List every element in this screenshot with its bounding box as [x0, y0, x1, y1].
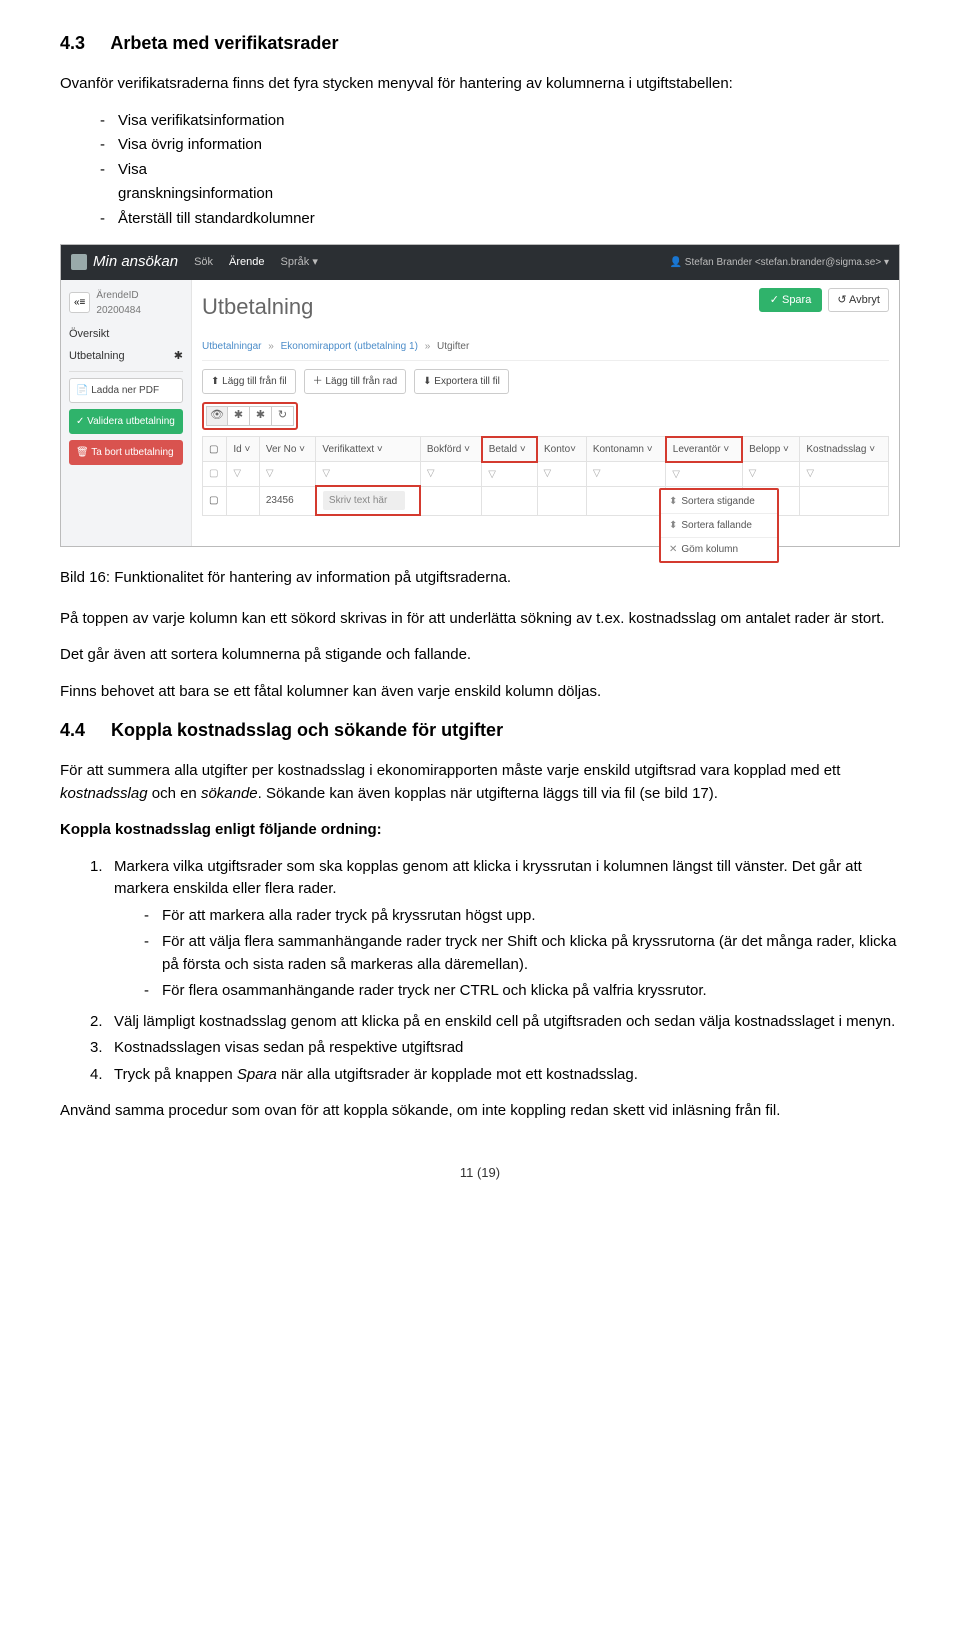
heading-4-4: 4.4 Koppla kostnadsslag och sökande för … [60, 717, 900, 744]
main-panel: ✓ Spara ↺ Avbryt Utbetalning Utbetalning… [191, 280, 899, 547]
back-icon[interactable]: «≡ [69, 292, 90, 313]
brand-logo-icon [71, 254, 87, 270]
col-id[interactable]: Id ˅ [227, 437, 259, 462]
para-sort: Det går även att sortera kolumnerna på s… [60, 644, 900, 667]
save-button[interactable]: ✓ Spara [759, 288, 823, 313]
para-hide: Finns behovet att bara se ett fåtal kolu… [60, 681, 900, 704]
opt-2: Visa övrig information [118, 134, 262, 157]
app-topbar: Min ansökan Sök Ärende Språk ▾ 👤 Stefan … [61, 245, 899, 280]
filter-belopp[interactable]: ▽ [742, 462, 800, 487]
vtext-input[interactable]: Skriv text här [323, 491, 405, 510]
sidebar-utbetalning[interactable]: Utbetalning ✱ [69, 348, 183, 365]
opt-3: Visa [118, 159, 147, 182]
heading-4-3-num: 4.3 [60, 30, 106, 57]
user-label: 👤 Stefan Brander <stefan.brander@sigma.s… [670, 255, 889, 270]
step-1a: För att markera alla rader tryck på krys… [162, 905, 535, 928]
para-search: På toppen av varje kolumn kan ett sökord… [60, 608, 900, 631]
step-1: Markera vilka utgiftsrader som ska koppl… [114, 858, 862, 898]
step-2: Välj lämpligt kostnadsslag genom att kli… [114, 1013, 895, 1030]
arende-id: ÄrendeID 20200484 [96, 288, 183, 318]
crumb-1[interactable]: Utbetalningar [202, 341, 261, 352]
table-row[interactable]: ▢ 23456 Skriv text här [203, 486, 889, 515]
intro-4-3: Ovanför verifikatsraderna finns det fyra… [60, 73, 900, 96]
opt-3b: granskningsinformation [118, 183, 273, 206]
heading-4-3-title: Arbeta med verifikatsrader [110, 33, 338, 53]
col-kontonamn[interactable]: Kontonamn ˅ [586, 437, 665, 462]
step-1b: För att välja flera sammanhängande rader… [162, 931, 900, 976]
app-brand: Min ansökan [71, 251, 178, 274]
reset-columns-icon[interactable]: ↻ [272, 406, 294, 426]
nav-sprak[interactable]: Språk ▾ [281, 254, 318, 271]
col-kslag[interactable]: Kostnadsslag ˅ [800, 437, 889, 462]
step-1c: För flera osammanhängande rader tryck ne… [162, 980, 707, 1003]
asterisk-icon: ✱ [174, 348, 183, 365]
validate-button[interactable]: ✓ Validera utbetalning [69, 409, 183, 434]
filter-kontonamn[interactable]: ▽ [586, 462, 665, 487]
col-bokford[interactable]: Bokförd ˅ [420, 437, 481, 462]
crumb-3: Utgifter [437, 341, 469, 352]
app-screenshot: Min ansökan Sök Ärende Språk ▾ 👤 Stefan … [60, 244, 900, 547]
filter-betald[interactable]: ▽ [482, 462, 537, 487]
delete-button[interactable]: 🗑 Ta bort utbetalning [69, 440, 183, 465]
col-check[interactable]: ▢ [203, 437, 227, 462]
para-44-3: Använd samma procedur som ovan för att k… [60, 1100, 900, 1123]
filter-id[interactable]: ▽ [227, 462, 259, 487]
col-betald[interactable]: Betald ˅ [482, 437, 537, 462]
col-vtext[interactable]: Verifikattext ˅ [316, 437, 420, 462]
figure-caption-16: Bild 16: Funktionalitet för hantering av… [60, 567, 900, 590]
filter-verno[interactable]: ▽ [259, 462, 316, 487]
hide-column[interactable]: ✕Göm kolumn [661, 537, 777, 561]
table-toolbar: ⬆ Lägg till från fil ＋ Lägg till från ra… [202, 369, 889, 394]
sort-desc[interactable]: ⬍Sortera fallande [661, 513, 777, 537]
show-review-info-icon[interactable]: ✱ [250, 406, 272, 426]
cell-verno[interactable]: 23456 [259, 486, 316, 515]
table-filter-row: ▢ ▽ ▽ ▽ ▽ ▽ ▽ ▽ ▽ ▽ ▽ [203, 462, 889, 487]
heading-4-4-num: 4.4 [60, 717, 106, 744]
show-other-info-icon[interactable]: ✱ [228, 406, 250, 426]
sort-asc-icon: ⬍ [669, 496, 677, 507]
cell-vtext[interactable]: Skriv text här [316, 486, 420, 515]
filter-konto[interactable]: ▽ [537, 462, 586, 487]
opt-4: Återställ till standardkolumner [118, 208, 315, 231]
column-menu-popup: ⬍Sortera stigande ⬍Sortera fallande ✕Göm… [659, 488, 779, 563]
crumb-2[interactable]: Ekonomirapport (utbetalning 1) [281, 341, 418, 352]
ordered-steps: 1. Markera vilka utgiftsrader som ska ko… [90, 856, 900, 1087]
nav-sok[interactable]: Sök [194, 254, 213, 271]
expense-table: ▢ Id ˅ Ver No ˅ Verifikattext ˅ Bokförd … [202, 436, 889, 517]
table-header-row: ▢ Id ˅ Ver No ˅ Verifikattext ˅ Bokförd … [203, 437, 889, 462]
show-verif-info-icon[interactable]: 👁 [206, 406, 228, 426]
step-3: Kostnadsslagen visas sedan på respektive… [114, 1039, 463, 1056]
opt-1: Visa verifikatsinformation [118, 110, 284, 133]
hide-icon: ✕ [669, 544, 677, 555]
cancel-button[interactable]: ↺ Avbryt [828, 288, 889, 313]
export-button[interactable]: ⬇ Exportera till fil [414, 369, 509, 394]
download-pdf-button[interactable]: 📄 Ladda ner PDF [69, 378, 183, 403]
para-44-1: För att summera alla utgifter per kostna… [60, 760, 900, 805]
col-lev[interactable]: Leverantör ˅ [666, 437, 742, 462]
page-number: 11 (19) [60, 1163, 900, 1183]
add-from-row-button[interactable]: ＋ Lägg till från rad [304, 369, 407, 394]
col-verno[interactable]: Ver No ˅ [259, 437, 316, 462]
step-4: Tryck på knappen Spara när alla utgiftsr… [114, 1064, 900, 1087]
nav-arende[interactable]: Ärende [229, 254, 264, 271]
heading-4-3: 4.3 Arbeta med verifikatsrader [60, 30, 900, 57]
add-from-file-button[interactable]: ⬆ Lägg till från fil [202, 369, 296, 394]
menu-options-list: -Visa verifikatsinformation -Visa övrig … [100, 110, 900, 231]
left-panel: «≡ ÄrendeID 20200484 Översikt Utbetalnin… [61, 280, 191, 547]
column-info-buttons: 👁 ✱ ✱ ↻ [202, 402, 298, 430]
filter-bokford[interactable]: ▽ [420, 462, 481, 487]
sort-desc-icon: ⬍ [669, 520, 677, 531]
sort-asc[interactable]: ⬍Sortera stigande [661, 490, 777, 513]
col-belopp[interactable]: Belopp ˅ [742, 437, 800, 462]
heading-4-4-title: Koppla kostnadsslag och sökande för utgi… [111, 720, 503, 740]
filter-kslag[interactable]: ▽ [800, 462, 889, 487]
filter-lev[interactable]: ▽ [666, 462, 742, 487]
filter-vtext[interactable]: ▽ [316, 462, 420, 487]
para-44-2: Koppla kostnadsslag enligt följande ordn… [60, 819, 900, 842]
breadcrumb: Utbetalningar » Ekonomirapport (utbetaln… [202, 333, 889, 361]
sidebar-oversikt[interactable]: Översikt [69, 326, 183, 343]
col-konto[interactable]: Konto˅ [537, 437, 586, 462]
